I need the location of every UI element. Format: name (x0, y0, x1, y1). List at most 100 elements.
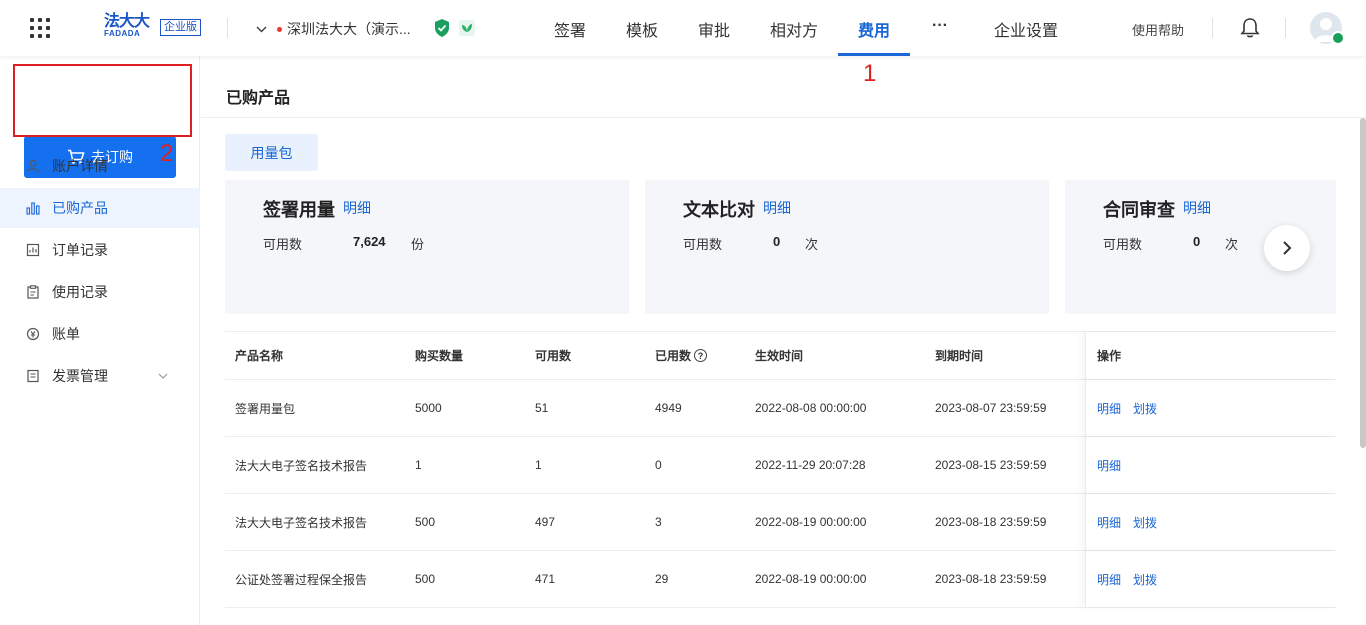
cell-start-time: 2022-08-19 00:00:00 (755, 572, 867, 586)
sidebar-item-label: 账户详情 (52, 158, 108, 174)
card-detail-link[interactable]: 明细 (343, 198, 371, 218)
cell-available: 497 (535, 515, 556, 529)
usage-card-sign: 签署用量 明细 可用数 7,624 份 (225, 180, 629, 314)
sidebar-item-bill[interactable]: 账单 (0, 314, 200, 354)
nav-more[interactable]: ··· (932, 17, 948, 35)
cell-used: 4949 (655, 401, 682, 415)
nav-template[interactable]: 模板 (626, 17, 658, 41)
cell-bought: 1 (415, 458, 422, 472)
card-value: 0 (1193, 234, 1201, 249)
order-icon (26, 243, 40, 257)
card-unit: 次 (805, 237, 819, 252)
cell-available: 51 (535, 401, 549, 415)
status-dot (277, 26, 282, 32)
cell-start-time: 2022-11-29 20:07:28 (755, 458, 866, 472)
cell-used: 29 (655, 572, 669, 586)
fadada-logo[interactable]: 法大大 FADADA (104, 13, 150, 39)
card-label: 可用数 (263, 237, 303, 252)
cell-end-time: 2023-08-07 23:59:59 (935, 401, 1047, 415)
transfer-link[interactable]: 划拨 (1133, 571, 1157, 588)
top-bar: 法大大 FADADA 企业版 深圳法大大（演示... 签署 模板 审批 相对方 … (0, 0, 1366, 56)
cell-actions: 明细 划拨 (1085, 380, 1336, 436)
transfer-link[interactable]: 划拨 (1133, 400, 1157, 417)
cell-used: 3 (655, 515, 662, 529)
card-title: 文本比对 (683, 200, 755, 220)
detail-link[interactable]: 明细 (1097, 457, 1121, 474)
annotation-marker-2: 2 (160, 140, 174, 167)
verified-shield-icon[interactable] (433, 18, 451, 38)
cell-product-name: 法大大电子签名技术报告 (235, 458, 368, 473)
main-content: 已购产品 用量包 签署用量 明细 可用数 7,624 份 文本比对 明细 可用数… (201, 56, 1366, 625)
bar-chart-icon (26, 202, 40, 215)
detail-link[interactable]: 明细 (1097, 571, 1121, 588)
carousel-next-button[interactable] (1264, 225, 1310, 271)
cell-bought: 500 (415, 515, 436, 529)
cell-start-time: 2022-08-19 00:00:00 (755, 515, 867, 529)
divider (1285, 18, 1286, 38)
header-end-time: 到期时间 (935, 349, 984, 363)
bell-icon[interactable] (1240, 17, 1260, 39)
leaf-icon[interactable] (458, 18, 476, 38)
table-row: 法大大电子签名技术报告 500 497 3 2022-08-19 00:00:0… (225, 494, 1336, 551)
cell-end-time: 2023-08-15 23:59:59 (935, 458, 1047, 472)
company-switcher[interactable]: 深圳法大大（演示... (256, 19, 411, 39)
cell-available: 471 (535, 572, 556, 586)
cell-product-name: 公证处签署过程保全报告 (235, 572, 368, 587)
sidebar-item-label: 使用记录 (52, 284, 108, 300)
transfer-link[interactable]: 划拨 (1133, 514, 1157, 531)
nav-counterparty[interactable]: 相对方 (770, 17, 818, 41)
usage-card-compare: 文本比对 明细 可用数 0 次 (645, 180, 1049, 314)
logo-sub-text: FADADA (104, 29, 141, 38)
table-header-row: 产品名称 购买数量 可用数 已用数 ? 生效时间 到期时间 操作 (225, 332, 1336, 380)
detail-link[interactable]: 明细 (1097, 514, 1121, 531)
card-label: 可用数 (1103, 237, 1143, 252)
sidebar-item-invoice[interactable]: 发票管理 (0, 356, 200, 396)
cell-actions: 明细 (1085, 437, 1336, 493)
card-unit: 次 (1225, 237, 1239, 252)
detail-link[interactable]: 明细 (1097, 400, 1121, 417)
header-start-time: 生效时间 (755, 349, 804, 363)
tab-usage-package[interactable]: 用量包 (225, 134, 318, 171)
header-actions: 操作 (1085, 332, 1336, 379)
help-link[interactable]: 使用帮助 (1132, 20, 1184, 39)
sidebar-item-label: 账单 (52, 326, 80, 342)
sidebar-item-purchased[interactable]: 已购产品 (0, 188, 200, 228)
card-value: 7,624 (353, 234, 386, 249)
cell-bought: 5000 (415, 401, 442, 415)
card-value: 0 (773, 234, 781, 249)
header-product-name: 产品名称 (235, 349, 284, 363)
user-icon (26, 159, 40, 173)
page-title: 已购产品 (226, 90, 291, 107)
invoice-icon (27, 369, 39, 383)
company-name: 深圳法大大（演示... (287, 21, 411, 37)
card-detail-link[interactable]: 明细 (763, 198, 791, 218)
divider (201, 117, 1366, 118)
app-grid-icon[interactable] (30, 18, 50, 38)
sidebar-item-orders[interactable]: 订单记录 (0, 230, 200, 270)
chevron-right-icon (1283, 241, 1292, 255)
products-table: 产品名称 购买数量 可用数 已用数 ? 生效时间 到期时间 操作 签署用量包 5… (225, 331, 1336, 608)
table-row: 签署用量包 5000 51 4949 2022-08-08 00:00:00 2… (225, 380, 1336, 437)
cell-product-name: 法大大电子签名技术报告 (235, 515, 368, 530)
card-label: 可用数 (683, 237, 723, 252)
chevron-down-icon (256, 22, 267, 36)
cell-actions: 明细 划拨 (1085, 551, 1336, 607)
card-title: 合同审查 (1103, 200, 1175, 220)
help-icon[interactable]: ? (694, 349, 708, 362)
nav-approval[interactable]: 审批 (698, 17, 730, 41)
sidebar-item-usage[interactable]: 使用记录 (0, 272, 200, 312)
header-actions-label: 操作 (1097, 349, 1122, 363)
cell-used: 0 (655, 458, 662, 472)
chevron-down-icon[interactable] (158, 371, 180, 382)
header-used-label: 已用数 (655, 349, 692, 363)
sidebar-item-label: 已购产品 (52, 200, 108, 216)
table-row: 法大大电子签名技术报告 1 1 0 2022-11-29 20:07:28 20… (225, 437, 1336, 494)
logo-main-text: 法大大 (104, 13, 150, 30)
card-detail-link[interactable]: 明细 (1183, 198, 1211, 218)
cell-product-name: 签署用量包 (235, 401, 296, 416)
nav-fees[interactable]: 费用 (858, 17, 890, 41)
scrollbar[interactable] (1360, 118, 1366, 448)
nav-enterprise-settings[interactable]: 企业设置 (994, 17, 1058, 41)
header-available: 可用数 (535, 349, 572, 363)
nav-sign[interactable]: 签署 (554, 17, 586, 41)
